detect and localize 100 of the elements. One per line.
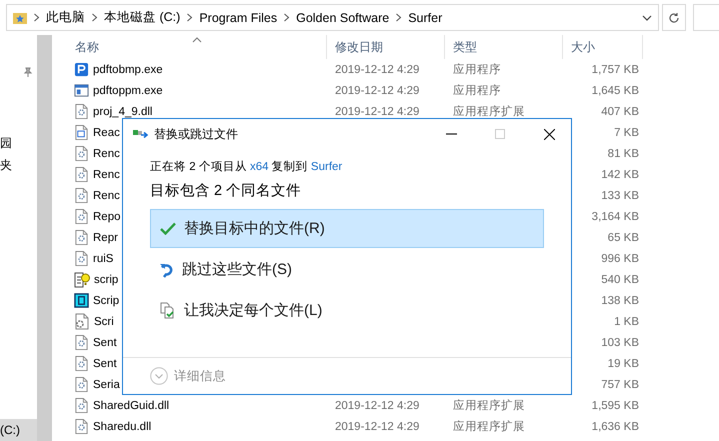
maximize-icon [495,129,505,139]
file-name[interactable]: Sharedu.dll [93,420,152,432]
date-modified: 2019-12-12 4:29 [335,106,420,118]
file-size: 1,636 KB [592,420,639,432]
file-name[interactable]: Renc [93,148,120,160]
file-name[interactable]: SharedGuid.dll [93,400,170,412]
breadcrumb[interactable]: Program Files [199,10,278,24]
file-name[interactable]: pdftoppm.exe [93,84,163,96]
file-name[interactable]: Renc [93,168,120,180]
refresh-icon [668,12,680,24]
folder-link[interactable]: Surfer [310,161,342,173]
script-icon [74,293,89,308]
minimize-icon [446,133,456,135]
file-name[interactable]: Sent [93,358,117,370]
sort-caret-icon [192,37,202,43]
gear-file-icon [74,376,89,393]
nav-item[interactable]: 园 [0,132,37,154]
file-size: 142 KB [601,168,639,180]
file-name[interactable]: Repo [93,210,120,222]
gear-file-icon [74,166,89,183]
chevron-circle-icon [150,367,168,385]
breadcrumb[interactable]: Golden Software [296,10,390,24]
column-header[interactable]: 名称 [52,35,327,59]
file-size: 1,757 KB [592,64,639,76]
undo-arrow-icon [160,262,174,278]
copy-arrow-icon [133,129,149,139]
file-name[interactable]: Repr [93,232,118,244]
file-name[interactable]: Scri [94,316,114,328]
gear-file-icon [74,355,89,372]
file-size: 757 KB [601,378,639,390]
file-size: 65 KB [608,232,639,244]
chevron-right-icon [283,13,290,22]
file-size: 1,595 KB [592,400,639,412]
gear-file-icon [74,208,89,225]
date-modified: 2019-12-12 4:29 [335,400,420,412]
file-size: 19 KB [608,358,639,370]
settings-file-icon [74,313,90,330]
choice-option[interactable]: 替换目标中的文件(R) [150,209,544,248]
chevron-right-icon [395,13,402,22]
file-type: 应用程序扩展 [453,400,525,412]
chevron-right-icon [33,13,40,22]
gear-file-icon [74,250,89,267]
search-field[interactable] [693,4,719,31]
file-check-icon [160,302,176,319]
refresh-button[interactable] [662,4,686,31]
address-bar[interactable]: 此电脑 本地磁盘 (C:) Program Files Golden Software Surfer [6,4,659,31]
file-name[interactable]: scrip [94,274,118,286]
date-modified: 2019-12-12 4:29 [335,84,420,96]
nav-item[interactable]: (C:) [0,419,37,441]
application-icon [74,62,89,77]
close-icon [544,128,554,140]
check-icon [160,222,176,235]
choice-option[interactable]: 让我决定每个文件(L) [150,291,544,330]
window-icon [74,83,89,98]
file-size: 1,645 KB [592,84,639,96]
file-size: 1 KB [614,316,639,328]
date-modified: 2019-12-12 4:29 [335,64,420,76]
dialog-heading: 目标包含 2 个同名文件 [150,182,302,200]
file-type: 应用程序 [453,64,501,76]
file-size: 138 KB [601,294,639,306]
scrollbar[interactable] [37,35,52,441]
column-header[interactable]: 大小 [563,35,643,59]
file-type: 应用程序 [453,85,501,97]
chevron-right-icon [91,13,98,22]
folder-link[interactable]: x64 [250,161,269,173]
file-name[interactable]: proj_4_9.dll [93,106,152,118]
file-size: 996 KB [601,252,639,264]
date-modified: 2019-12-12 4:29 [335,420,420,432]
file-size: 81 KB [608,148,639,160]
document-icon [74,124,89,141]
dialog-title: 替换或跳过文件 [154,126,239,142]
column-header[interactable]: 修改日期 [327,35,445,59]
file-size: 407 KB [601,106,639,118]
file-size: 103 KB [601,336,639,348]
file-name[interactable]: Reac [93,126,120,138]
pin-icon [23,67,33,78]
star-folder-icon [13,11,27,24]
file-size: 3,164 KB [592,210,639,222]
column-header[interactable]: 类型 [445,35,563,59]
file-size: 540 KB [601,274,639,286]
status-text: 正在将 2 个项目从 x64 复制到 Surfer [150,160,344,174]
breadcrumb[interactable]: 本地磁盘 (C:) [104,9,180,26]
file-name[interactable]: Renc [93,190,120,202]
gear-file-icon [74,334,89,351]
file-name[interactable]: pdftobmp.exe [93,64,163,76]
file-type: 应用程序扩展 [453,106,525,118]
dropdown-icon[interactable] [642,14,652,20]
file-name[interactable]: ruiS [93,252,114,264]
breadcrumb[interactable]: 此电脑 [46,9,85,26]
choice-option[interactable]: 跳过这些文件(S) [150,250,544,289]
chevron-right-icon [186,13,194,22]
gear-file-icon [74,103,89,120]
nav-item[interactable]: 夹 [0,154,37,176]
help-file-icon [74,271,90,288]
file-name[interactable]: Sent [93,336,117,348]
file-size: 133 KB [601,190,639,202]
breadcrumb[interactable]: Surfer [408,10,442,24]
file-name[interactable]: Seria [93,378,120,390]
file-type: 应用程序扩展 [453,421,525,433]
file-name[interactable]: Scrip [93,294,120,306]
